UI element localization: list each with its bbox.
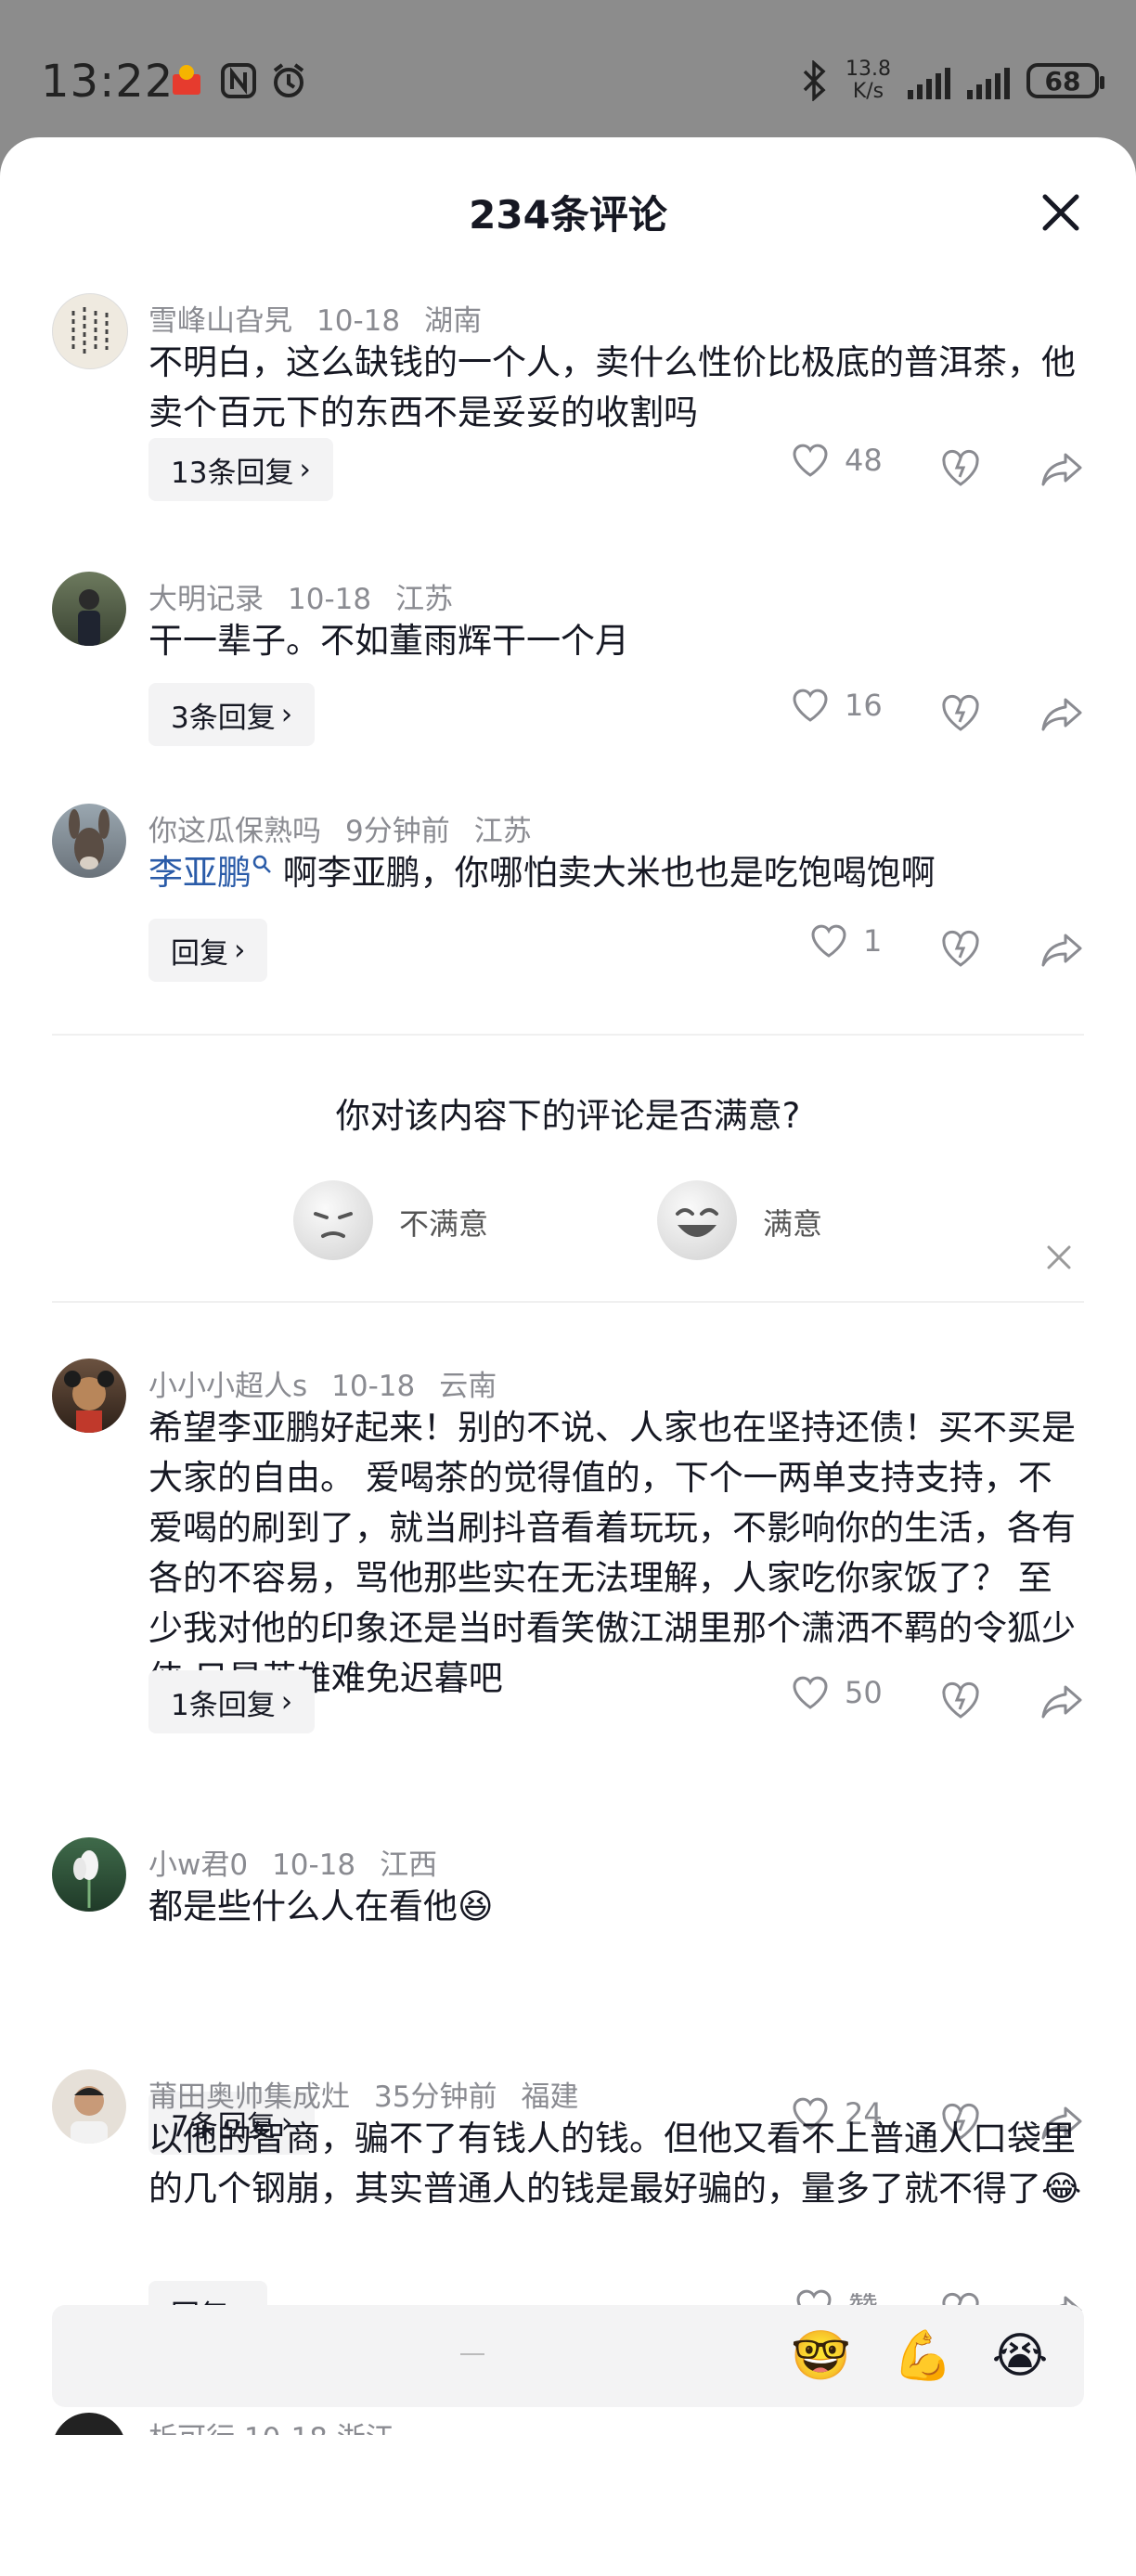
comment-text: 都是些什么人在看他😆 — [148, 1882, 1086, 1932]
divider — [52, 1301, 1084, 1303]
like-count: 48 — [845, 443, 883, 478]
comment-meta: 小小小超人s 10-18 云南 — [148, 1362, 521, 1404]
comment-user[interactable]: 小w君0 — [148, 1848, 248, 1882]
comment-date: 35分钟前 — [374, 2080, 497, 2114]
laughing-emoji: 😆 — [458, 1887, 494, 1926]
comment-text: 希望李亚鹏好起来！别的不说、人家也在坚持还债！买不买是大家的自由。 爱喝茶的觉得… — [148, 1408, 1076, 1698]
comment-location: 云南 — [439, 1370, 497, 1403]
signal-icon — [908, 62, 950, 99]
like-button[interactable]: 1 — [809, 922, 882, 960]
comment-meta: 析可行 10-18 浙江 — [148, 2415, 394, 2435]
comment-location: 江西 — [380, 1848, 438, 1882]
comment-meta: 雪峰山旮旯 10-18 湖南 — [148, 297, 506, 339]
comment-date: 10-18 — [331, 1370, 416, 1403]
search-icon — [252, 855, 271, 873]
signal-icon-2 — [967, 62, 1010, 99]
comment-text: 以他的智商，骗不了有钱人的钱。但他又看不上普通人口袋里的几个钢崩，其实普通人的钱… — [148, 2114, 1086, 2214]
comment-input[interactable]: 🤓 💪 😭 — [52, 2305, 1084, 2407]
person-avatar[interactable] — [52, 572, 126, 646]
input-cursor — [460, 2353, 484, 2355]
comment-user[interactable]: 莆田奥帅集成灶 — [148, 2080, 350, 2114]
share-icon[interactable] — [1039, 928, 1084, 971]
unsatisfied-label[interactable]: 不满意 — [399, 1201, 488, 1243]
crying-emoji-button[interactable]: 😭 — [991, 2327, 1049, 2385]
satisfied-label[interactable]: 满意 — [763, 1201, 822, 1243]
comment-meta: 莆田奥帅集成灶 35分钟前 福建 — [148, 2073, 602, 2115]
donkey-avatar[interactable] — [52, 804, 126, 878]
comment-date: 10-18 — [288, 583, 372, 616]
comment-text: 李亚鹏 啊李亚鹏，你哪怕卖大米也也是吃饱喝饱啊 — [148, 848, 1086, 898]
nerd-emoji-button[interactable]: 🤓 — [791, 2327, 851, 2385]
comment-text-content: 都是些什么人在看他 — [148, 1887, 458, 1926]
bluetooth-icon — [803, 60, 826, 101]
comment-actions: 1 — [0, 922, 1136, 978]
like-count: 16 — [845, 688, 883, 723]
share-icon[interactable] — [1039, 447, 1084, 490]
comment-text-content: 以他的智商，骗不了有钱人的钱。但他又看不上普通人口袋里的几个钢崩，其实普通人的钱… — [148, 2119, 1076, 2209]
comment-text: 干一辈子。不如董雨辉干一个月 — [148, 621, 629, 661]
heart-icon — [793, 444, 828, 477]
dislike-icon[interactable] — [939, 447, 982, 490]
comment-user[interactable]: 雪峰山旮旯 — [148, 304, 292, 338]
battery-level: 68 — [1044, 65, 1081, 97]
unsatisfied-face-icon[interactable] — [293, 1180, 373, 1260]
next-comment-peek: 析可行 10-18 浙江 — [0, 2413, 1136, 2435]
dislike-icon[interactable] — [939, 928, 982, 971]
comment-meta: 大明记录 10-18 江苏 — [148, 575, 477, 617]
status-time: 13:22 — [41, 56, 174, 108]
like-count: 1 — [863, 923, 883, 959]
flex-emoji-button[interactable]: 💪 — [893, 2327, 953, 2385]
like-count: 50 — [845, 1675, 883, 1710]
calligraphy-avatar[interactable] — [52, 293, 128, 369]
comment-date: 9分钟前 — [345, 815, 450, 848]
comment-user[interactable]: 你这瓜保熟吗 — [148, 815, 321, 848]
share-icon[interactable] — [1039, 1680, 1084, 1722]
comment-location: 江苏 — [395, 583, 454, 616]
flower-avatar[interactable] — [52, 1837, 126, 1912]
comment-date: 10-18 — [316, 304, 401, 338]
comment-actions: 48 — [0, 442, 1136, 497]
cartoon-avatar[interactable] — [52, 1359, 126, 1433]
comment-location: 福建 — [521, 2080, 579, 2114]
nfc-icon — [221, 63, 256, 98]
like-button[interactable]: 48 — [791, 442, 883, 479]
mention-link[interactable]: 李亚鹏 — [148, 853, 252, 893]
battery-icon: 68 — [1026, 63, 1104, 98]
share-icon[interactable] — [1039, 692, 1084, 735]
status-bar: 13:22 13.8 K/s 68 — [0, 0, 1136, 139]
comment-date: 10-18 — [272, 1848, 356, 1882]
avatar — [52, 2413, 126, 2435]
status-right: 13.8 K/s 68 — [801, 58, 1104, 104]
comment-location: 湖南 — [424, 304, 483, 338]
man-avatar[interactable] — [52, 2069, 126, 2144]
comment-meta: 你这瓜保熟吗 9分钟前 江苏 — [148, 807, 556, 849]
heart-icon — [793, 1676, 828, 1709]
comment-location: 江苏 — [473, 815, 532, 848]
tears-of-joy-emoji: 😂 — [1041, 2169, 1082, 2209]
network-speed: 13.8 K/s — [846, 58, 891, 103]
comment-actions: 50 — [0, 1674, 1136, 1730]
heart-icon — [793, 689, 828, 722]
comment-text-content: 啊李亚鹏，你哪怕卖大米也也是吃饱喝饱啊 — [282, 853, 936, 893]
dislike-icon[interactable] — [939, 1680, 982, 1722]
close-survey-icon[interactable] — [1043, 1242, 1075, 1273]
divider — [52, 1034, 1084, 1036]
like-button[interactable]: 16 — [791, 687, 883, 724]
notification-icon — [173, 65, 200, 95]
comments-sheet: 234条评论 雪峰山旮旯 10-18 湖南 不明白，这么缺钱的一个人，卖什么性价比极… — [0, 137, 1136, 2576]
satisfied-face-icon[interactable] — [657, 1180, 737, 1260]
comment-text: 不明白，这么缺钱的一个人，卖什么性价比极底的普洱茶，他卖个百元下的东西不是妥妥的… — [148, 342, 1076, 432]
comment-meta: 小w君0 10-18 江西 — [148, 1841, 461, 1883]
sheet-title: 234条评论 — [469, 192, 667, 238]
close-icon[interactable] — [1038, 189, 1084, 236]
survey-question: 你对该内容下的评论是否满意? — [335, 1096, 801, 1136]
comment-user[interactable]: 小小小超人s — [148, 1370, 307, 1403]
like-button[interactable]: 50 — [791, 1674, 883, 1711]
comment-actions: 16 — [0, 687, 1136, 742]
dislike-icon[interactable] — [939, 692, 982, 735]
comment-user[interactable]: 大明记录 — [148, 583, 264, 616]
heart-icon — [811, 924, 846, 958]
alarm-icon — [273, 63, 304, 97]
